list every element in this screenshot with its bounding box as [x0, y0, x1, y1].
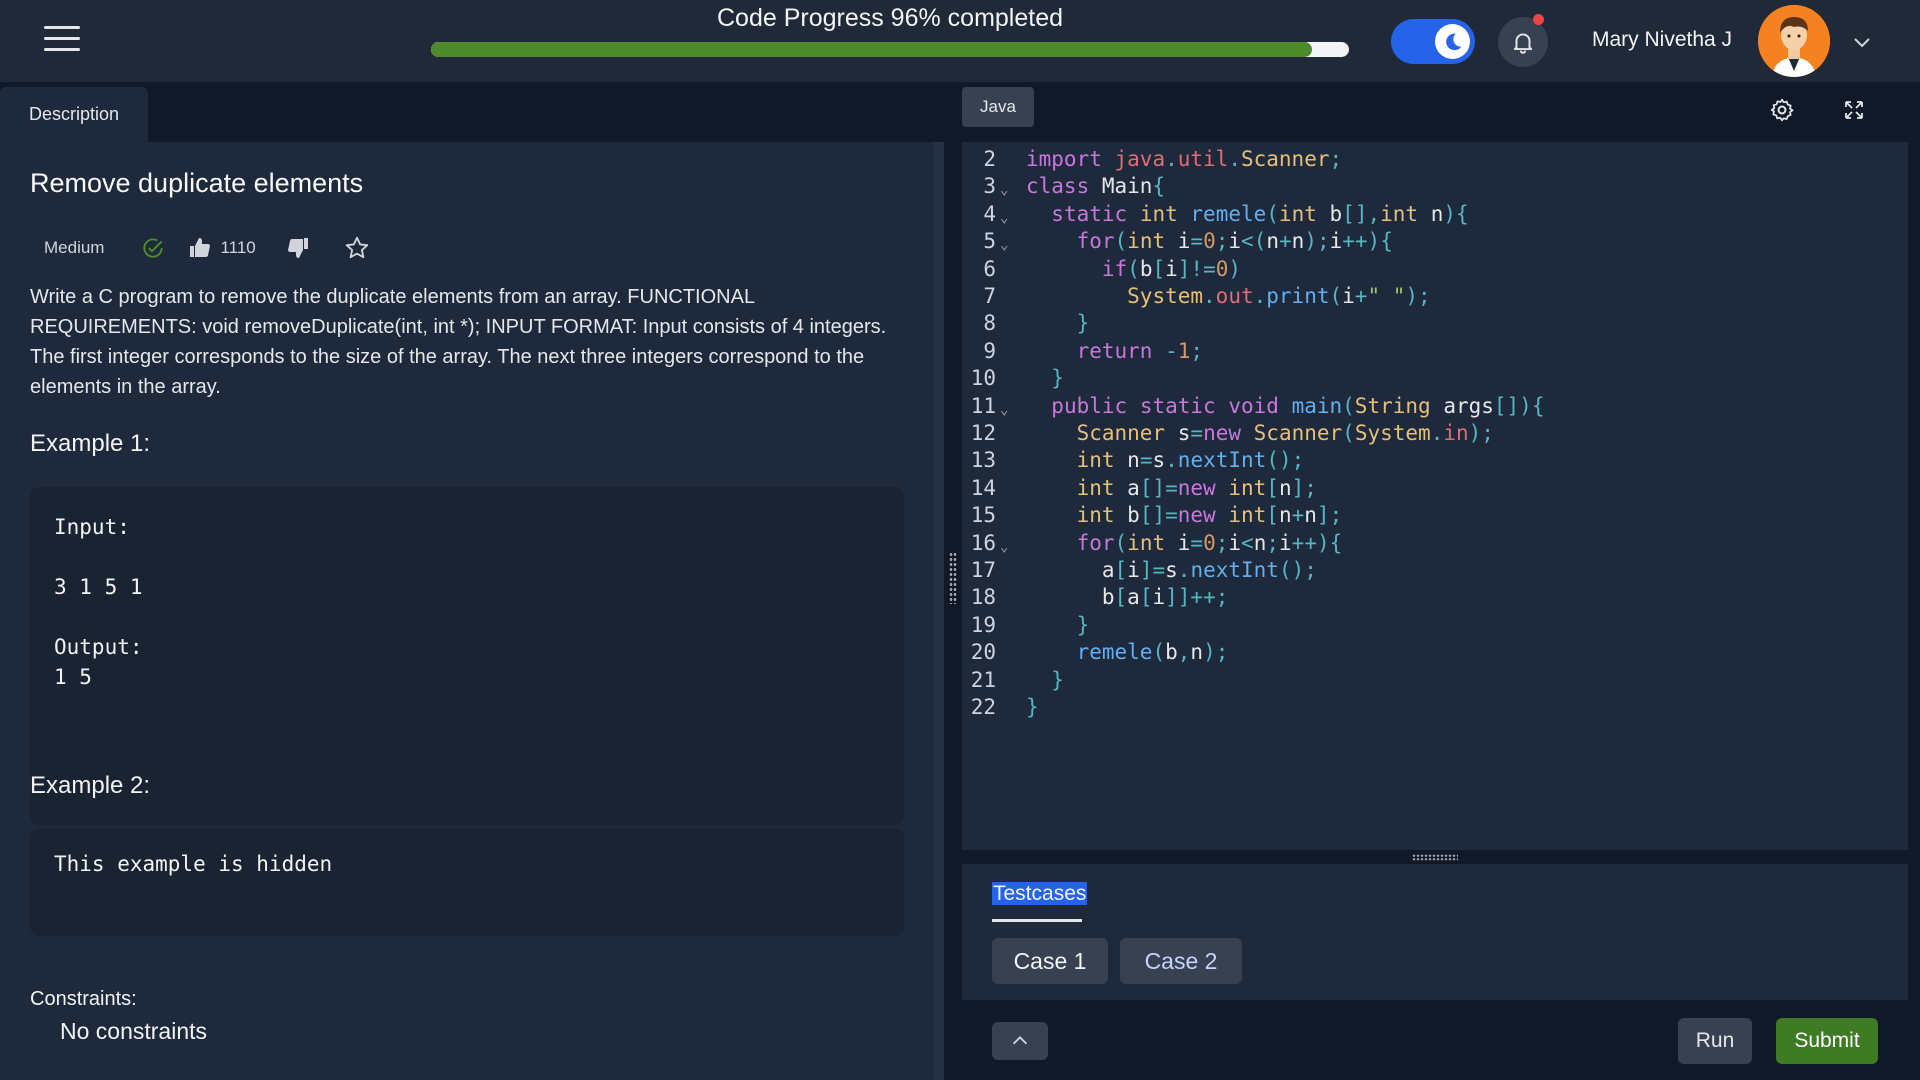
top-bar: Code Progress 96% completed Mary Nivetha… — [0, 0, 1920, 82]
testcases-tab-label: Testcases — [992, 882, 1088, 905]
problem-meta: Medium 1110 — [30, 230, 370, 266]
avatar[interactable] — [1758, 5, 1830, 77]
progress-label: Code Progress 96% completed — [716, 4, 1064, 32]
example-1-output-label: Output: — [54, 635, 143, 659]
scrollbar[interactable] — [934, 142, 944, 1080]
like-button[interactable]: 1110 — [188, 236, 256, 260]
description-panel: Description Remove duplicate elements Me… — [0, 82, 944, 1080]
star-icon — [345, 236, 368, 259]
chevron-down-icon[interactable] — [1850, 30, 1874, 54]
editor-toolbar: Java — [962, 82, 1908, 142]
moon-icon — [1435, 24, 1470, 59]
panel-resize-handle[interactable] — [944, 82, 962, 1080]
chevron-up-icon — [1012, 1036, 1028, 1045]
bell-icon — [1513, 33, 1533, 54]
tab-description[interactable]: Description — [0, 87, 148, 142]
editor-panel: Java 2 import java.util.Scanner; 3 ⌄ class M… — [962, 82, 1908, 1080]
problem-description: Write a C program to remove the duplicat… — [30, 286, 887, 398]
window-edge — [1908, 82, 1920, 1080]
description-tabbar: Description — [0, 82, 944, 142]
drag-grip-icon — [1412, 854, 1458, 861]
code-line[interactable]: 22} — [962, 690, 1908, 724]
fullscreen-icon[interactable] — [1840, 96, 1868, 124]
example-2-box: This example is hidden — [30, 828, 904, 936]
thumbs-down-icon — [287, 238, 308, 258]
editor-action-bar: Run Submit — [962, 1000, 1908, 1080]
settings-icon[interactable] — [1768, 96, 1796, 124]
run-button[interactable]: Run — [1678, 1018, 1752, 1064]
expand-console-button[interactable] — [992, 1022, 1048, 1060]
submit-button[interactable]: Submit — [1776, 1018, 1878, 1064]
example-1-input-value: 3 1 5 1 — [54, 575, 143, 599]
notification-dot — [1533, 14, 1544, 25]
progress-bar-fill — [431, 42, 1313, 57]
testcases-panel: Testcases Case 1 Case 2 — [962, 864, 1908, 1000]
line-number: 22 — [970, 695, 996, 719]
example-1-output-value: 1 5 — [54, 665, 92, 689]
constraints-label: Constraints: — [30, 988, 137, 1010]
dislike-button[interactable] — [286, 236, 310, 260]
language-selector[interactable]: Java — [962, 87, 1034, 127]
example-1-title: Example 1: — [30, 430, 151, 457]
example-2-text: This example is hidden — [54, 852, 333, 876]
theme-toggle[interactable] — [1391, 19, 1475, 64]
tab-testcases[interactable]: Testcases — [992, 882, 1088, 906]
code-editor[interactable]: 2 import java.util.Scanner; 3 ⌄ class Main{4… — [962, 142, 1908, 850]
solved-check-icon — [140, 235, 166, 261]
difficulty-badge: Medium — [44, 238, 105, 257]
example-1-box: Input: 3 1 5 1 Output: 1 5 — [30, 487, 904, 825]
case-2-button[interactable]: Case 2 — [1120, 938, 1242, 984]
problem-title: Remove duplicate elements — [30, 168, 364, 198]
example-2-title: Example 2: — [30, 772, 151, 799]
editor-resize-handle[interactable] — [962, 850, 1908, 864]
active-tab-indicator — [992, 919, 1082, 922]
user-name[interactable]: Mary Nivetha J — [1592, 28, 1732, 52]
favorite-button[interactable] — [344, 235, 370, 261]
notifications-button[interactable] — [1498, 14, 1548, 67]
constraints-value: No constraints — [60, 1018, 208, 1044]
drag-grip-icon — [949, 552, 957, 604]
code-text: } — [1026, 695, 1039, 719]
example-1-input-label: Input: — [54, 515, 130, 539]
progress-bar — [431, 42, 1349, 57]
like-count: 1110 — [220, 238, 256, 257]
case-1-button[interactable]: Case 1 — [992, 938, 1108, 984]
thumbs-up-icon — [190, 238, 211, 257]
menu-icon[interactable] — [44, 26, 80, 54]
